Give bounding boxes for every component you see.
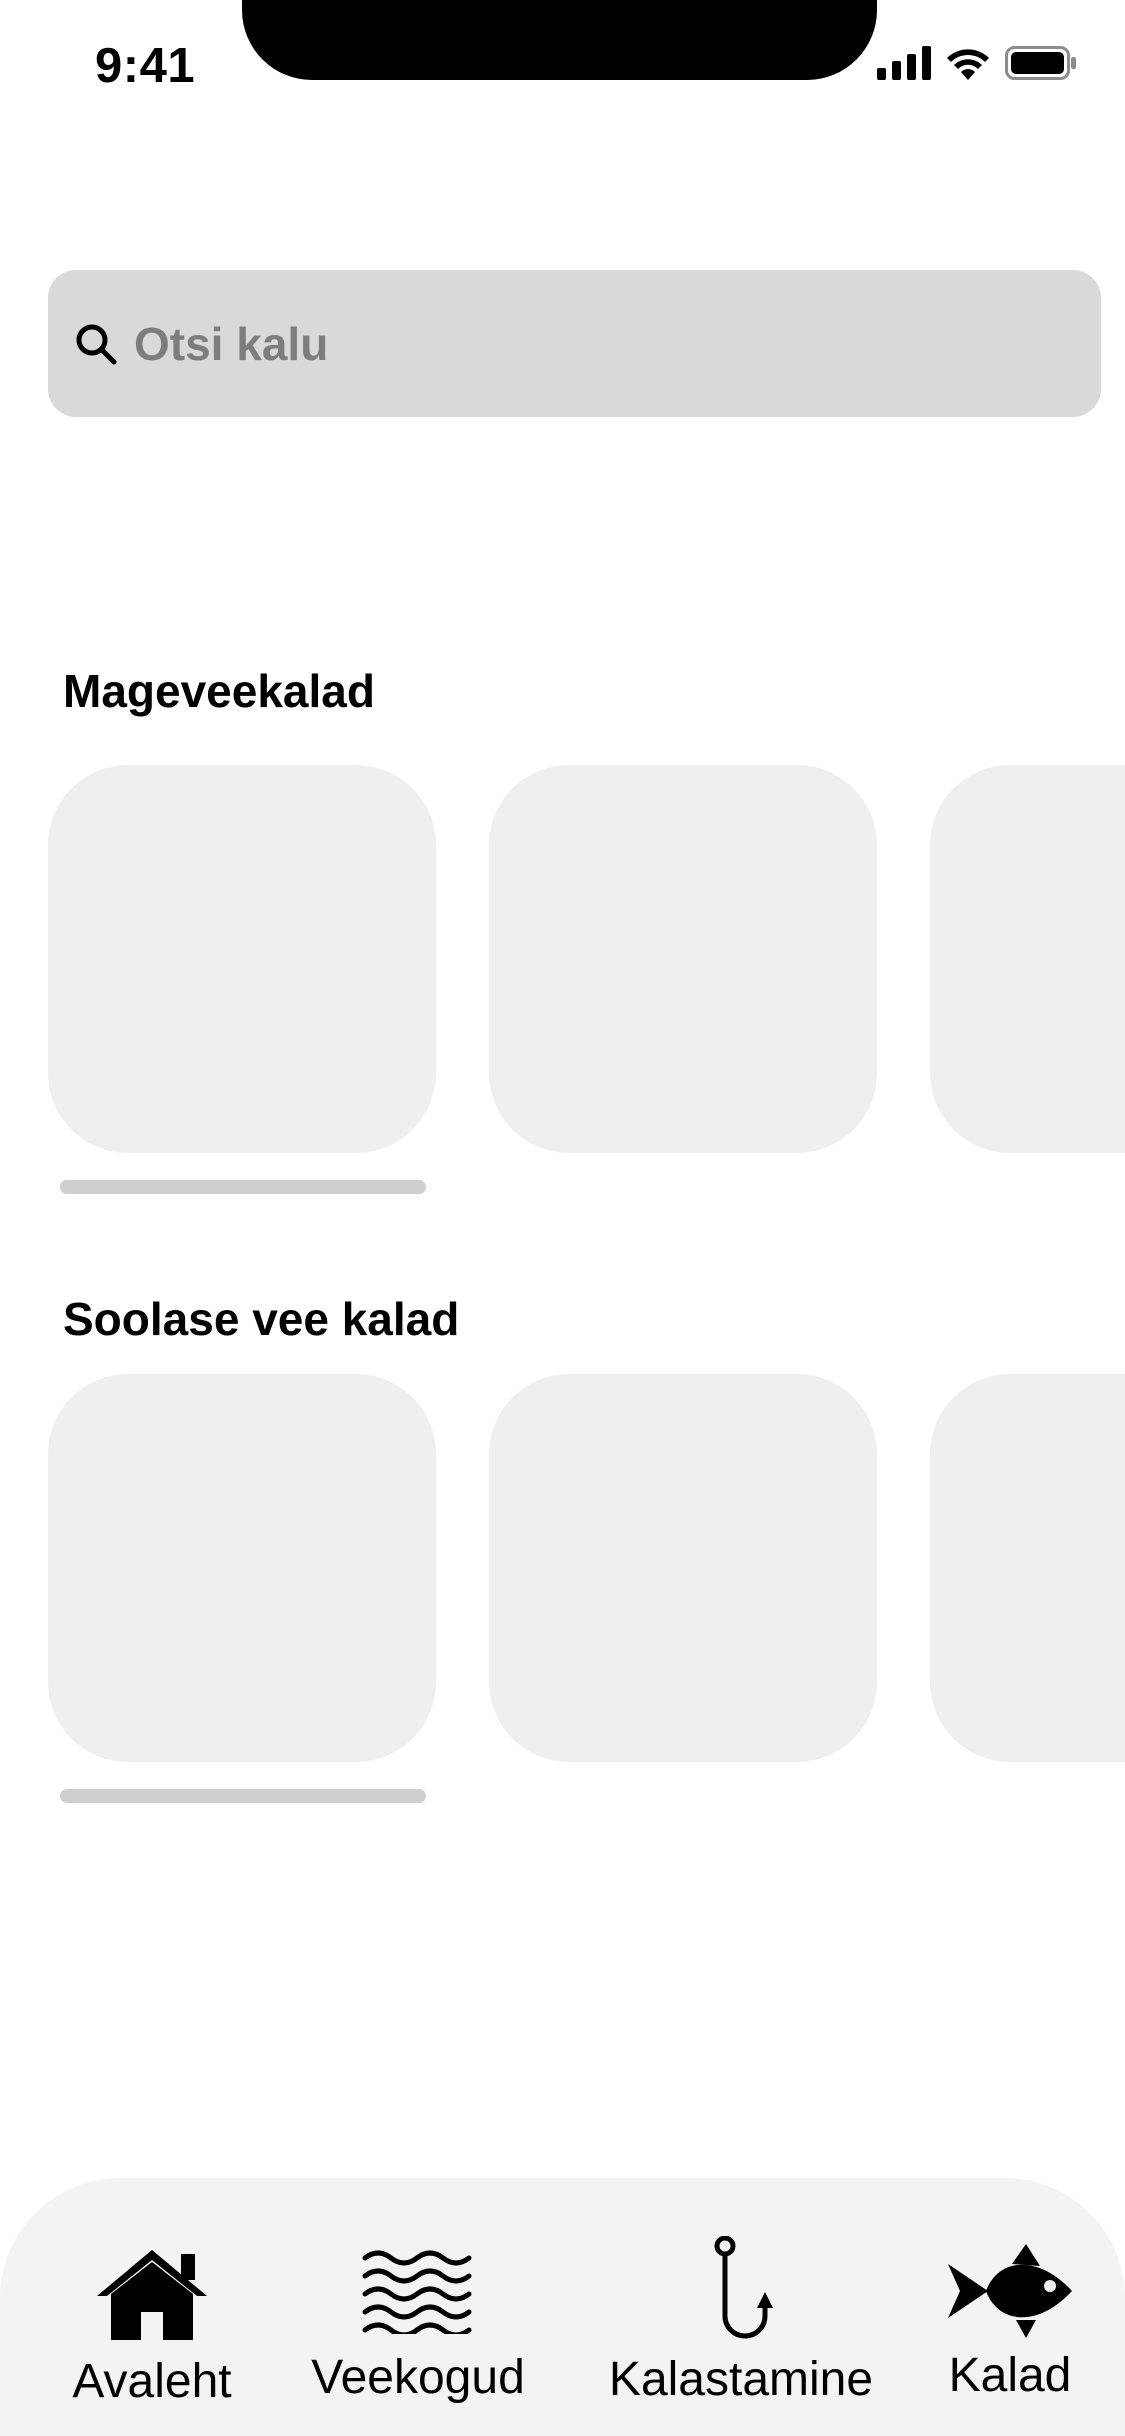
- fish-card[interactable]: [48, 765, 436, 1153]
- fish-card[interactable]: [489, 1374, 877, 1762]
- status-icons: [877, 46, 1077, 80]
- home-icon: [97, 2250, 207, 2340]
- search-bar[interactable]: [48, 270, 1101, 417]
- status-time: 9:41: [95, 39, 196, 93]
- fish-card[interactable]: [489, 765, 877, 1153]
- tab-home[interactable]: Avaleht: [62, 2248, 242, 2409]
- tab-fishing[interactable]: Kalastamine: [596, 2236, 886, 2407]
- fish-card[interactable]: [930, 1374, 1125, 1762]
- device-notch: [242, 0, 877, 80]
- tab-label: Avaleht: [72, 2355, 232, 2408]
- horizontal-scroll-indicator[interactable]: [60, 1180, 426, 1194]
- tab-waters[interactable]: Veekogud: [298, 2250, 538, 2405]
- fish-card[interactable]: [48, 1374, 436, 1762]
- section-title-freshwater: Mageveekalad: [63, 665, 375, 717]
- search-input[interactable]: [134, 316, 1034, 371]
- waves-icon: [362, 2250, 472, 2334]
- battery-icon: [1005, 46, 1076, 80]
- fish-card[interactable]: [930, 765, 1125, 1153]
- tab-bar: Avaleht Veekogud Kalastamine Kalad: [0, 2178, 1125, 2436]
- fishing-hook-icon: [714, 2236, 773, 2339]
- tab-label: Kalad: [948, 2349, 1072, 2402]
- cellular-signal-icon: [877, 46, 931, 80]
- tab-label: Veekogud: [311, 2351, 525, 2404]
- fish-icon: [948, 2244, 1072, 2338]
- search-icon: [76, 324, 117, 364]
- tab-fish[interactable]: Kalad: [930, 2242, 1090, 2403]
- tab-label: Kalastamine: [608, 2353, 874, 2406]
- wifi-icon: [947, 49, 989, 80]
- section-title-saltwater: Soolase vee kalad: [63, 1293, 460, 1345]
- horizontal-scroll-indicator[interactable]: [60, 1789, 426, 1803]
